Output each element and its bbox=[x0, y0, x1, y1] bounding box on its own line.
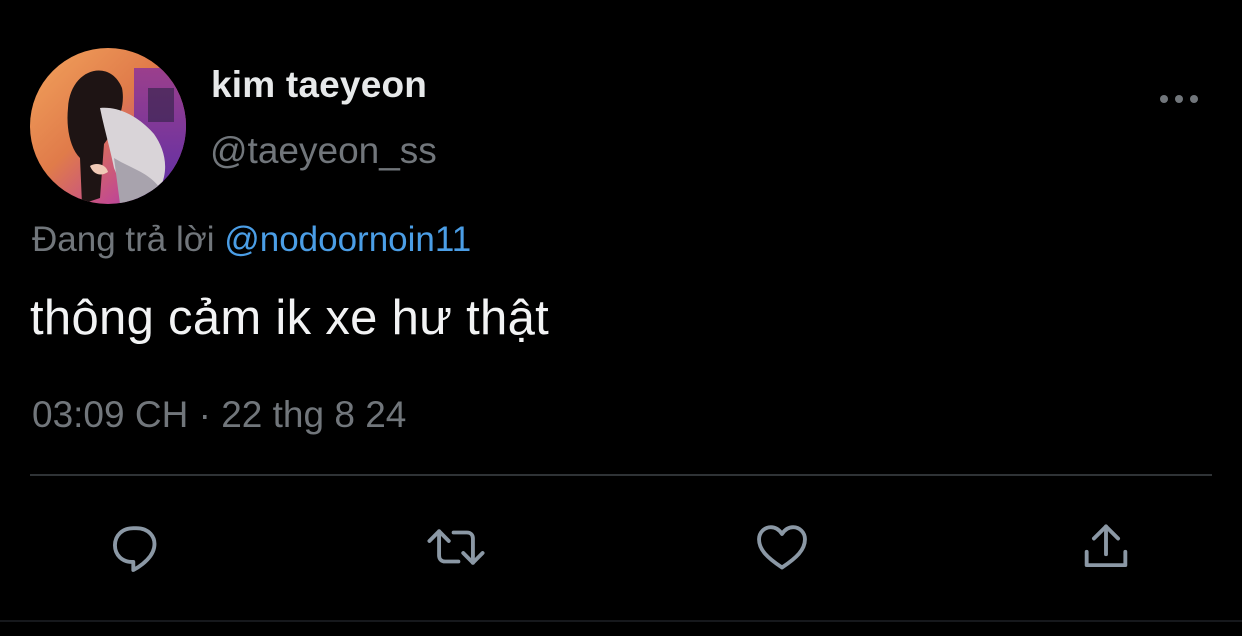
retweet-icon bbox=[427, 529, 485, 565]
replying-mention-link[interactable]: @nodoornoin11 bbox=[224, 220, 471, 259]
reply-icon bbox=[113, 526, 157, 572]
replying-to: Đang trả lời @nodoornoin11 bbox=[32, 220, 471, 260]
divider bbox=[30, 474, 1212, 476]
retweet-button[interactable] bbox=[424, 515, 488, 579]
bottom-divider bbox=[0, 620, 1242, 622]
more-options-button[interactable] bbox=[1152, 82, 1206, 116]
avatar[interactable] bbox=[30, 48, 186, 204]
user-handle[interactable]: @taeyeon_ss bbox=[210, 130, 437, 172]
share-button[interactable] bbox=[1074, 515, 1138, 579]
tweet-text: thông cảm ik xe hư thật bbox=[30, 291, 550, 345]
like-button[interactable] bbox=[750, 515, 814, 579]
more-icon bbox=[1160, 95, 1198, 103]
reply-button[interactable] bbox=[103, 515, 167, 579]
tweet-timestamp[interactable]: 03:09 CH · 22 thg 8 24 bbox=[32, 394, 406, 436]
display-name[interactable]: kim taeyeon bbox=[211, 64, 427, 106]
share-icon bbox=[1084, 524, 1128, 568]
replying-prefix: Đang trả lời bbox=[32, 220, 215, 259]
heart-icon bbox=[757, 525, 807, 570]
